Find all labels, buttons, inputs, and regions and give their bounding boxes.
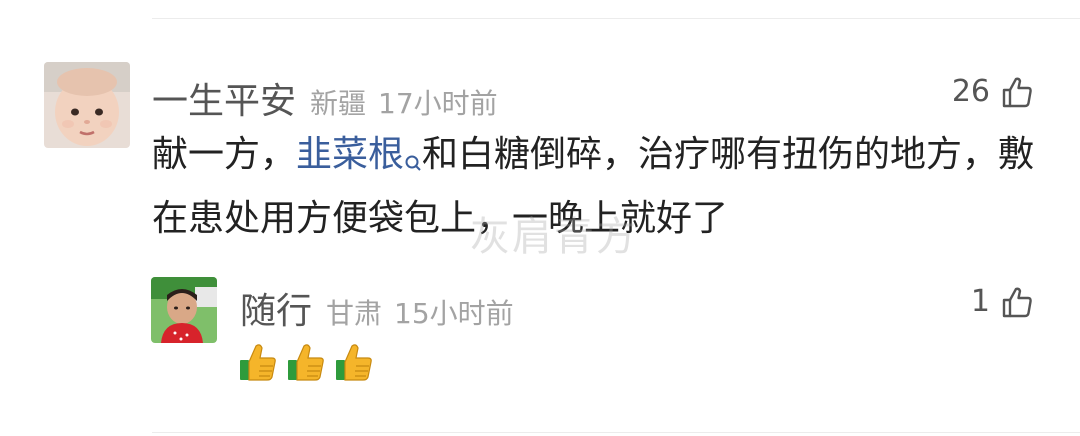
commenter-avatar[interactable]: [44, 62, 130, 148]
thumbs-up-emoji-icon: [238, 340, 278, 384]
watermark: 灰肩青方: [470, 214, 638, 260]
comment-like-count: 26: [951, 74, 990, 109]
thumbs-up-emoji-icon: [334, 340, 374, 384]
comment-meta: 一生平安 新疆 17小时前: [152, 72, 498, 124]
comment-text-start: 献一方，: [152, 134, 297, 175]
commenter-location: 新疆: [310, 87, 367, 120]
top-divider: [152, 18, 1080, 19]
commenter-username[interactable]: 一生平安: [152, 72, 296, 124]
thumbs-up-emoji-icon: [286, 340, 326, 384]
keyword-link[interactable]: 韭菜根: [296, 134, 404, 175]
reply-meta: 随行 甘肃 15小时前: [240, 282, 514, 334]
replier-username[interactable]: 随行: [240, 282, 312, 334]
comment-time: 17小时前: [378, 87, 498, 120]
reply-like-button[interactable]: 1: [971, 284, 1034, 319]
replier-avatar[interactable]: [151, 277, 217, 343]
comment-like-button[interactable]: 26: [952, 74, 1034, 109]
reply-like-count: 1: [970, 284, 990, 319]
reply-time: 15小时前: [394, 297, 514, 330]
thumbs-up-outline-icon: [1000, 285, 1034, 319]
bottom-divider: [152, 432, 1080, 433]
thumbs-up-outline-icon: [1000, 75, 1034, 109]
reply-text: [238, 340, 374, 384]
replier-location: 甘肃: [326, 297, 383, 330]
search-icon[interactable]: [404, 138, 422, 192]
